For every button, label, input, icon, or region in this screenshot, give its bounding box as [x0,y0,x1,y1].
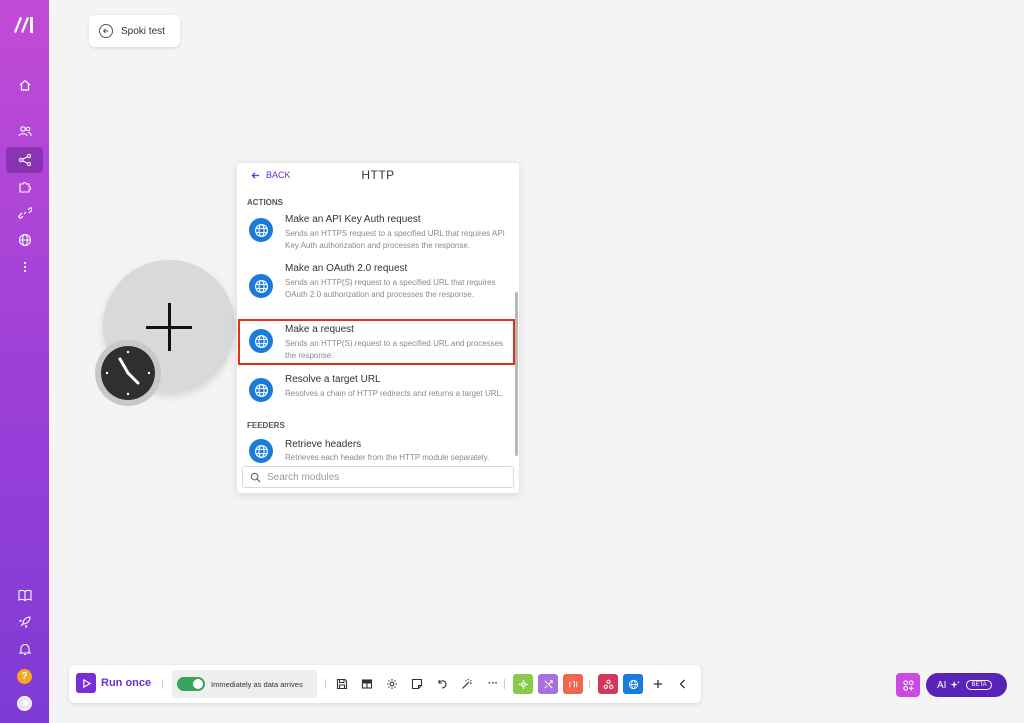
arrow-left-icon [99,24,113,38]
scenario-back-button[interactable]: Spoki test [89,15,180,47]
globe-icon [628,679,638,689]
divider [325,679,326,689]
scenario-settings-button[interactable] [360,677,374,691]
notes-button[interactable] [410,677,424,691]
search-modules-input[interactable] [267,471,497,483]
divider [504,679,505,689]
rocket-icon [18,616,31,629]
module-description: Sends an HTTP(S) request to a specified … [285,278,496,299]
gear-icon [387,679,397,689]
module-name: Retrieve headers [285,439,362,450]
sidebar-item-webhooks[interactable] [6,227,43,253]
http-globe-icon [249,439,273,463]
sidebar-item-whats-new[interactable] [6,609,43,635]
module-name: Make an API Key Auth request [285,214,421,225]
beta-badge: BETA [966,680,992,690]
flow-control-chip[interactable] [538,674,558,694]
more-vertical-icon [23,261,26,273]
graph-chip[interactable] [598,674,618,694]
section-feeders: FEEDERS [247,421,285,430]
save-icon [336,678,348,690]
bottom-toolbar: Run once Immediately as data arrives ··· [69,665,701,703]
auto-align-button[interactable] [460,677,474,691]
text-parser-chip[interactable] [563,674,583,694]
plus-icon-bar [146,326,192,329]
module-name: Make an OAuth 2.0 request [285,263,408,274]
selection-highlight-box [238,319,515,365]
divider [589,679,590,689]
add-button[interactable] [651,677,665,691]
module-description: Retrieves each header from the HTTP modu… [285,453,490,462]
book-open-icon [17,589,32,602]
settings-button[interactable] [385,677,399,691]
schedule-label: Immediately as data arrives [211,679,303,689]
module-item-retrieve-headers[interactable]: Retrieve headers Retrieves each header f… [241,438,511,464]
ai-assistant-button[interactable]: AI BETA [926,673,1007,697]
gear-icon [518,679,528,689]
module-description: Resolves a chain of HTTP redirects and r… [285,389,504,398]
ai-label: AI [937,679,947,691]
bell-icon [18,643,31,656]
search-icon [250,472,261,483]
clock-icon[interactable] [101,346,155,400]
save-button[interactable] [335,677,349,691]
puzzle-icon [18,181,31,193]
globe-icon [18,233,31,247]
section-actions: ACTIONS [247,198,283,207]
plus-icon [654,680,662,688]
users-icon [17,126,31,137]
module-name: Resolve a target URL [285,374,381,385]
link-icon [17,207,32,219]
module-picker-panel: BACK HTTP ACTIONS Make an API Key Auth r… [237,163,519,493]
make-logo[interactable] [12,14,37,34]
sidebar-item-team[interactable] [6,118,43,144]
sidebar-item-docs[interactable] [6,582,43,608]
grid-plus-icon [902,679,914,691]
run-once-label[interactable]: Run once [101,677,151,689]
module-item-resolve-target-url[interactable]: Resolve a target URL Resolves a chain of… [241,373,511,413]
help-icon[interactable]: ? [17,669,32,684]
sparkles-icon [950,680,961,689]
module-description: Sends an HTTPS request to a specified UR… [285,229,505,250]
run-once-button[interactable] [76,673,96,693]
undo-icon [438,680,447,689]
http-globe-icon [249,274,273,298]
sidebar: ? [0,0,49,723]
home-icon [19,79,30,91]
nodes-icon [603,679,613,689]
flow-split-icon [543,679,553,689]
sidebar-item-home[interactable] [6,72,43,98]
table-icon [361,679,373,689]
panel-title: HTTP [361,168,395,182]
sidebar-item-notifications[interactable] [6,636,43,662]
sidebar-item-more[interactable] [6,254,43,280]
module-item-oauth2[interactable]: Make an OAuth 2.0 request Sends an HTTP(… [241,262,511,314]
sidebar-item-apps[interactable] [6,174,43,200]
magic-wand-icon [462,678,472,689]
search-box[interactable] [242,466,514,488]
chevron-left-icon [679,679,685,689]
module-item-api-key-auth[interactable]: Make an API Key Auth request Sends an HT… [241,213,511,255]
text-parser-icon [568,680,577,687]
ai-modules-button[interactable] [896,673,920,697]
sidebar-item-scenarios[interactable] [6,147,43,173]
schedule-control[interactable]: Immediately as data arrives [172,670,317,698]
share-nodes-icon [18,153,31,167]
play-icon [82,678,91,688]
http-chip[interactable] [623,674,643,694]
http-globe-icon [249,378,273,402]
note-icon [411,678,423,690]
scenario-title: Spoki test [121,25,165,37]
undo-button[interactable] [435,677,449,691]
collapse-toolbar-button[interactable] [676,677,690,691]
sidebar-item-connections[interactable] [6,200,43,226]
divider [162,679,163,689]
avatar[interactable] [17,696,32,711]
http-globe-icon [249,218,273,242]
more-options-button[interactable]: ··· [485,676,501,690]
bubble-connector [227,318,237,338]
scheduling-toggle[interactable] [177,677,205,691]
panel-scrollbar[interactable] [515,292,518,456]
tools-chip[interactable] [513,674,533,694]
